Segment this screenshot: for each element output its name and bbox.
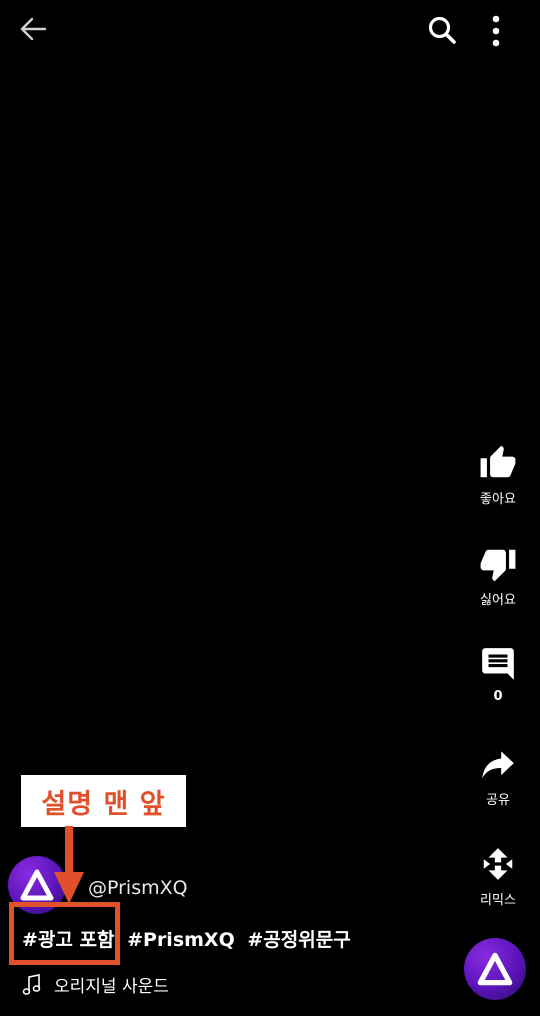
share-arrow-icon <box>482 751 514 779</box>
hashtag-prismxq[interactable]: #PrismXQ <box>127 929 235 951</box>
search-button[interactable] <box>426 14 466 54</box>
like-button[interactable]: 좋아요 <box>466 444 530 507</box>
sound-link[interactable]: 오리지널 사운드 <box>22 972 169 997</box>
comment-icon <box>482 648 514 680</box>
annotation-arrow-down-icon <box>54 826 84 904</box>
music-note-icon <box>22 973 41 995</box>
sound-label: 오리지널 사운드 <box>54 977 169 997</box>
channel-handle[interactable]: @PrismXQ <box>88 877 188 899</box>
dislike-button[interactable]: 싫어요 <box>466 545 530 608</box>
comment-count: 0 <box>493 689 503 704</box>
more-options-button[interactable] <box>490 14 526 54</box>
annotation-label: 설명 맨 앞 <box>21 775 186 827</box>
like-label: 좋아요 <box>480 492 516 507</box>
remix-button[interactable]: 리믹스 <box>466 845 530 908</box>
hashtag-ftc-notice[interactable]: #공정위문구 <box>247 929 350 951</box>
dislike-label: 싫어요 <box>480 593 516 608</box>
share-button[interactable]: 공유 <box>466 745 530 808</box>
remix-icon <box>483 848 513 880</box>
sound-source-avatar[interactable] <box>464 938 526 1000</box>
thumbs-down-icon <box>480 549 516 582</box>
share-label: 공유 <box>486 793 510 808</box>
comment-button[interactable]: 0 <box>466 645 530 704</box>
more-vertical-icon <box>492 15 500 47</box>
thumbs-up-icon <box>480 445 516 478</box>
search-icon <box>428 16 456 44</box>
annotation-highlight-box <box>9 902 120 965</box>
prism-logo-icon <box>20 869 54 901</box>
back-button[interactable] <box>18 14 58 50</box>
arrow-left-icon <box>20 17 47 41</box>
remix-label: 리믹스 <box>480 893 516 908</box>
prism-logo-icon <box>477 952 513 986</box>
